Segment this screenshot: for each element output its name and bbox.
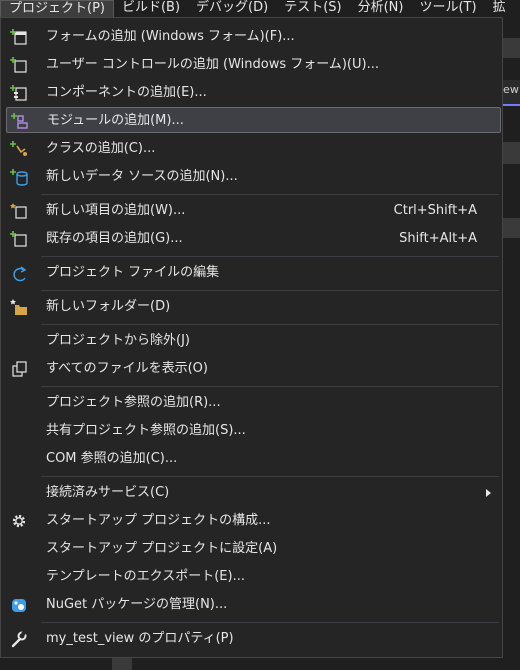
menu-item-label: スタートアップ プロジェクトの構成...	[46, 513, 271, 528]
wrench-icon	[9, 630, 29, 648]
add-user-control-icon	[9, 56, 29, 74]
gear-icon	[9, 512, 29, 530]
add-class-icon	[9, 140, 29, 158]
menu-separator	[41, 256, 499, 257]
menu-separator	[41, 324, 499, 325]
menu-item-manage-nuget-packages[interactable]: NuGet パッケージの管理(N)...	[6, 592, 501, 618]
menu-item-label: 新しい項目の追加(W)...	[46, 203, 186, 218]
menu-separator	[41, 386, 499, 387]
add-form-icon	[9, 28, 29, 46]
menu-item-add-component[interactable]: コンポーネントの追加(E)...	[6, 80, 501, 106]
new-folder-icon	[9, 298, 29, 316]
menu-item-export-template[interactable]: テンプレートのエクスポート(E)...	[6, 564, 501, 590]
panel-fragment-2	[503, 218, 520, 238]
show-all-files-icon	[9, 360, 29, 378]
menu-analyze[interactable]: 分析(N)	[350, 0, 412, 17]
panel-fragment-1	[503, 142, 520, 164]
menu-item-label: コンポーネントの追加(E)...	[46, 85, 207, 100]
edit-project-file-icon	[9, 264, 29, 282]
menu-item-label: ユーザー コントロールの追加 (Windows フォーム)(U)...	[46, 57, 379, 72]
menu-tools[interactable]: ツール(T)	[411, 0, 484, 17]
menu-test[interactable]: テスト(S)	[276, 0, 349, 17]
menu-item-shortcut: Shift+Alt+A	[399, 231, 477, 246]
menu-item-add-data-source[interactable]: 新しいデータ ソースの追加(N)...	[6, 164, 501, 190]
submenu-arrow-icon	[486, 489, 491, 497]
menu-item-connected-services[interactable]: 接続済みサービス(C)	[6, 480, 501, 506]
menu-item-label: 共有プロジェクト参照の追加(S)...	[46, 423, 246, 438]
menu-item-show-all-files[interactable]: すべてのファイルを表示(O)	[6, 356, 501, 382]
menu-project[interactable]: プロジェクト(P)	[0, 0, 114, 17]
menu-debug[interactable]: デバッグ(D)	[188, 0, 276, 17]
menu-item-new-item[interactable]: 新しい項目の追加(W)... Ctrl+Shift+A	[6, 198, 501, 224]
menu-build[interactable]: ビルド(B)	[114, 0, 188, 17]
menubar: プロジェクト(P) ビルド(B) デバッグ(D) テスト(S) 分析(N) ツー…	[0, 0, 520, 17]
menu-separator	[41, 622, 499, 623]
menu-item-add-project-reference[interactable]: プロジェクト参照の追加(R)...	[6, 390, 501, 416]
toolbar-fragment	[503, 38, 520, 58]
menu-separator	[41, 476, 499, 477]
menu-item-label: COM 参照の追加(C)...	[46, 451, 178, 466]
menu-item-label: 新しいデータ ソースの追加(N)...	[46, 169, 238, 184]
menu-item-new-folder[interactable]: 新しいフォルダー(D)	[6, 294, 501, 320]
menu-item-label: テンプレートのエクスポート(E)...	[46, 569, 245, 584]
menu-item-configure-startup-projects[interactable]: スタートアップ プロジェクトの構成...	[6, 508, 501, 534]
menu-item-label: NuGet パッケージの管理(N)...	[46, 597, 228, 612]
menu-item-label: 既存の項目の追加(G)...	[46, 231, 183, 246]
menu-item-exclude-from-project[interactable]: プロジェクトから除外(J)	[6, 328, 501, 354]
menu-item-label: スタートアップ プロジェクトに設定(A)	[46, 541, 278, 556]
menu-item-label: フォームの追加 (Windows フォーム)(F)...	[46, 29, 295, 44]
menu-item-set-startup-project[interactable]: スタートアップ プロジェクトに設定(A)	[6, 536, 501, 562]
menu-item-label: 接続済みサービス(C)	[46, 485, 170, 500]
menu-item-label: 新しいフォルダー(D)	[46, 299, 171, 314]
menu-item-edit-project-file[interactable]: プロジェクト ファイルの編集	[6, 260, 501, 286]
menu-item-project-properties[interactable]: my_test_view のプロパティ(P)	[6, 626, 501, 652]
menu-item-existing-item[interactable]: 既存の項目の追加(G)... Shift+Alt+A	[6, 226, 501, 252]
menu-item-add-com-reference[interactable]: COM 参照の追加(C)...	[6, 446, 501, 472]
menu-item-label: プロジェクト ファイルの編集	[46, 265, 220, 280]
menu-item-label: プロジェクトから除外(J)	[46, 333, 190, 348]
menu-separator	[41, 194, 499, 195]
add-data-source-icon	[9, 168, 29, 186]
menu-extensions[interactable]: 拡	[485, 0, 514, 17]
add-module-icon	[10, 112, 30, 130]
menu-item-add-module[interactable]: モジュールの追加(M)...	[6, 107, 501, 133]
add-component-icon	[9, 84, 29, 102]
new-item-icon	[9, 202, 29, 220]
menu-item-add-class[interactable]: クラスの追加(C)...	[6, 136, 501, 162]
menu-item-label: モジュールの追加(M)...	[47, 113, 184, 128]
menu-item-add-form[interactable]: フォームの追加 (Windows フォーム)(F)...	[6, 24, 501, 50]
document-tab-fragment[interactable]: iew	[500, 80, 520, 106]
menu-item-label: my_test_view のプロパティ(P)	[46, 631, 234, 646]
menu-item-shortcut: Ctrl+Shift+A	[393, 203, 477, 218]
editor-background	[500, 17, 520, 670]
menu-item-add-user-control[interactable]: ユーザー コントロールの追加 (Windows フォーム)(U)...	[6, 52, 501, 78]
menu-item-label: クラスの追加(C)...	[46, 141, 156, 156]
nuget-icon	[9, 596, 29, 614]
menu-item-label: プロジェクト参照の追加(R)...	[46, 395, 221, 410]
existing-item-icon	[9, 230, 29, 248]
project-dropdown-menu: フォームの追加 (Windows フォーム)(F)... ユーザー コントロール…	[0, 17, 503, 658]
menu-item-label: すべてのファイルを表示(O)	[46, 361, 208, 376]
menu-separator	[41, 290, 499, 291]
menu-item-add-shared-project-reference[interactable]: 共有プロジェクト参照の追加(S)...	[6, 418, 501, 444]
